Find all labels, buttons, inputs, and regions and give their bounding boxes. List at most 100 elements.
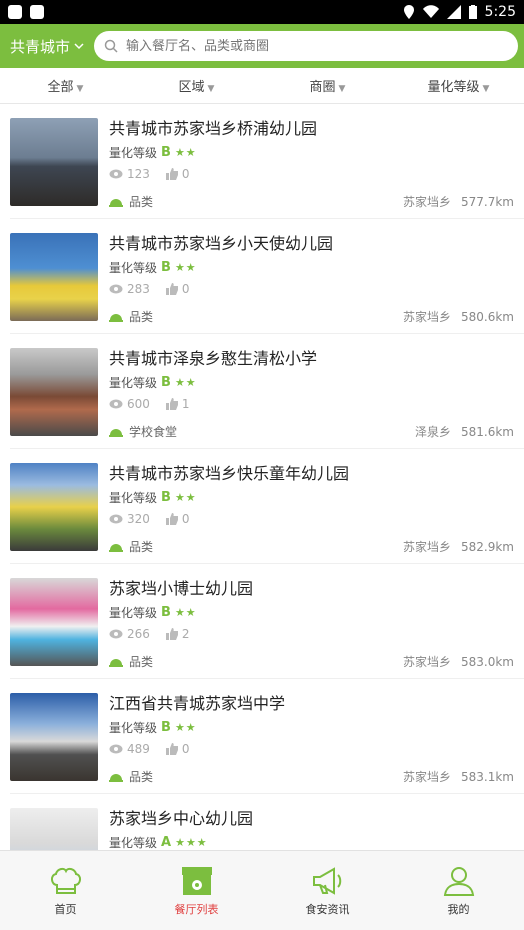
grade-badge: B <box>161 605 171 620</box>
cloche-icon <box>109 543 123 552</box>
list-item[interactable]: 苏家垱小博士幼儿园 量化等级 B ★★ 266 2 品类 苏家垱乡 583.0k… <box>0 564 524 679</box>
search-box[interactable] <box>94 31 518 61</box>
search-icon <box>104 39 118 53</box>
category: 学校食堂 <box>129 425 178 439</box>
cloche-icon <box>109 313 123 322</box>
star-rating: ★★ <box>174 261 197 274</box>
star-rating: ★★ <box>174 146 197 159</box>
list-item[interactable]: 共青城市苏家垱乡桥浦幼儿园 量化等级 B ★★ 123 0 品类 苏家垱乡 57… <box>0 104 524 219</box>
star-rating: ★★ <box>174 376 197 389</box>
battery-icon <box>468 5 477 19</box>
header: 共青城市 <box>0 24 524 68</box>
grade-badge: A <box>161 835 172 850</box>
rating-label: 量化等级 <box>109 376 158 390</box>
list-item[interactable]: 共青城市苏家垱乡小天使幼儿园 量化等级 B ★★ 283 0 品类 苏家垱乡 5… <box>0 219 524 334</box>
chevron-down-icon <box>74 42 84 49</box>
list-item[interactable]: 江西省共青城苏家垱中学 量化等级 B ★★ 489 0 品类 苏家垱乡 583.… <box>0 679 524 794</box>
rating-label: 量化等级 <box>109 261 158 275</box>
list-item[interactable]: 共青城市苏家垱乡快乐童年幼儿园 量化等级 B ★★ 320 0 品类 苏家垱乡 … <box>0 449 524 564</box>
restaurant-photo <box>10 808 98 850</box>
rating-label: 量化等级 <box>109 146 158 160</box>
thumbs-up-icon <box>165 283 178 295</box>
filter-all[interactable]: 全部 ▼ <box>0 76 131 95</box>
wifi-icon <box>422 5 439 18</box>
nav-label: 我的 <box>447 902 470 916</box>
distance: 580.6km <box>461 309 514 324</box>
nav-label: 首页 <box>54 902 77 916</box>
restaurant-photo <box>10 463 98 551</box>
grade-badge: B <box>161 720 171 735</box>
user-icon <box>443 866 474 896</box>
filter-grade[interactable]: 量化等级 ▼ <box>393 76 524 95</box>
nav-food-safety-news[interactable]: 食安资讯 <box>262 851 393 930</box>
caret-down-icon: ▼ <box>482 84 490 94</box>
megaphone-icon <box>312 866 341 895</box>
restaurant-photo <box>10 578 98 666</box>
grade-badge: B <box>161 375 171 390</box>
caret-down-icon: ▼ <box>76 84 84 94</box>
restaurant-name: 共青城市泽泉乡憨生清松小学 <box>109 349 318 368</box>
thumbs-up-icon <box>165 628 178 640</box>
category: 品类 <box>129 770 154 784</box>
storefront-icon <box>181 866 212 895</box>
nav-restaurant-list[interactable]: 餐厅列表 <box>131 851 262 930</box>
filter-label: 区域 <box>178 80 205 95</box>
nav-home[interactable]: 首页 <box>0 851 131 930</box>
like-count: 1 <box>181 397 190 411</box>
thumbs-up-icon <box>165 513 178 525</box>
item-info: 共青城市苏家垱乡小天使幼儿园 量化等级 B ★★ 283 0 品类 苏家垱乡 5… <box>109 233 514 333</box>
meta-row: 品类 苏家垱乡 580.6km <box>109 308 514 325</box>
stats-row: 123 0 <box>109 167 514 181</box>
grade-badge: B <box>161 145 171 160</box>
view-count: 320 <box>127 512 150 526</box>
cloche-icon <box>109 198 123 207</box>
view-count: 600 <box>127 397 150 411</box>
rating-label: 量化等级 <box>109 606 158 620</box>
status-bar: 5:25 <box>0 0 524 24</box>
area: 苏家垱乡 <box>402 540 451 554</box>
list-item[interactable]: 共青城市泽泉乡憨生清松小学 量化等级 B ★★ 600 1 学校食堂 泽泉乡 5… <box>0 334 524 449</box>
rating-row: 量化等级 B ★★ <box>109 604 514 621</box>
filter-region[interactable]: 区域 ▼ <box>131 76 262 95</box>
rating-label: 量化等级 <box>109 836 158 850</box>
like-count: 2 <box>181 627 190 641</box>
bottom-nav: 首页 餐厅列表 食安资讯 我的 <box>0 850 524 930</box>
notification-icon-2 <box>30 5 44 19</box>
area: 苏家垱乡 <box>402 310 451 324</box>
distance: 581.6km <box>461 424 514 439</box>
stats-row: 600 1 <box>109 397 514 411</box>
search-input[interactable] <box>126 38 508 54</box>
category: 品类 <box>129 310 154 324</box>
rating-row: 量化等级 B ★★ <box>109 374 514 391</box>
signal-icon <box>446 5 461 19</box>
grade-badge: B <box>161 260 171 275</box>
nav-profile[interactable]: 我的 <box>393 851 524 930</box>
like-count: 0 <box>181 512 190 526</box>
list-item[interactable]: 苏家垱乡中心幼儿园 量化等级 A ★★★ <box>0 794 524 850</box>
rating-label: 量化等级 <box>109 721 158 735</box>
eye-icon <box>109 169 123 179</box>
view-count: 266 <box>127 627 150 641</box>
thumbs-up-icon <box>165 168 178 180</box>
view-count: 489 <box>127 742 150 756</box>
view-count: 123 <box>127 167 150 181</box>
item-info: 苏家垱乡中心幼儿园 量化等级 A ★★★ <box>109 808 514 850</box>
rating-row: 量化等级 B ★★ <box>109 719 514 736</box>
restaurant-list[interactable]: 共青城市苏家垱乡桥浦幼儿园 量化等级 B ★★ 123 0 品类 苏家垱乡 57… <box>0 104 524 850</box>
thumbs-up-icon <box>165 398 178 410</box>
rating-label: 量化等级 <box>109 491 158 505</box>
item-info: 共青城市泽泉乡憨生清松小学 量化等级 B ★★ 600 1 学校食堂 泽泉乡 5… <box>109 348 514 448</box>
cloche-icon <box>109 428 123 437</box>
filter-business-district[interactable]: 商圈 ▼ <box>262 76 393 95</box>
category: 品类 <box>129 540 154 554</box>
item-info: 江西省共青城苏家垱中学 量化等级 B ★★ 489 0 品类 苏家垱乡 583.… <box>109 693 514 793</box>
restaurant-photo <box>10 348 98 436</box>
area: 苏家垱乡 <box>402 195 451 209</box>
filter-label: 量化等级 <box>427 80 480 95</box>
eye-icon <box>109 399 123 409</box>
eye-icon <box>109 629 123 639</box>
stats-row: 489 0 <box>109 742 514 756</box>
area: 苏家垱乡 <box>402 770 451 784</box>
city-selector[interactable]: 共青城市 <box>10 36 84 57</box>
meta-row: 品类 苏家垱乡 582.9km <box>109 538 514 555</box>
